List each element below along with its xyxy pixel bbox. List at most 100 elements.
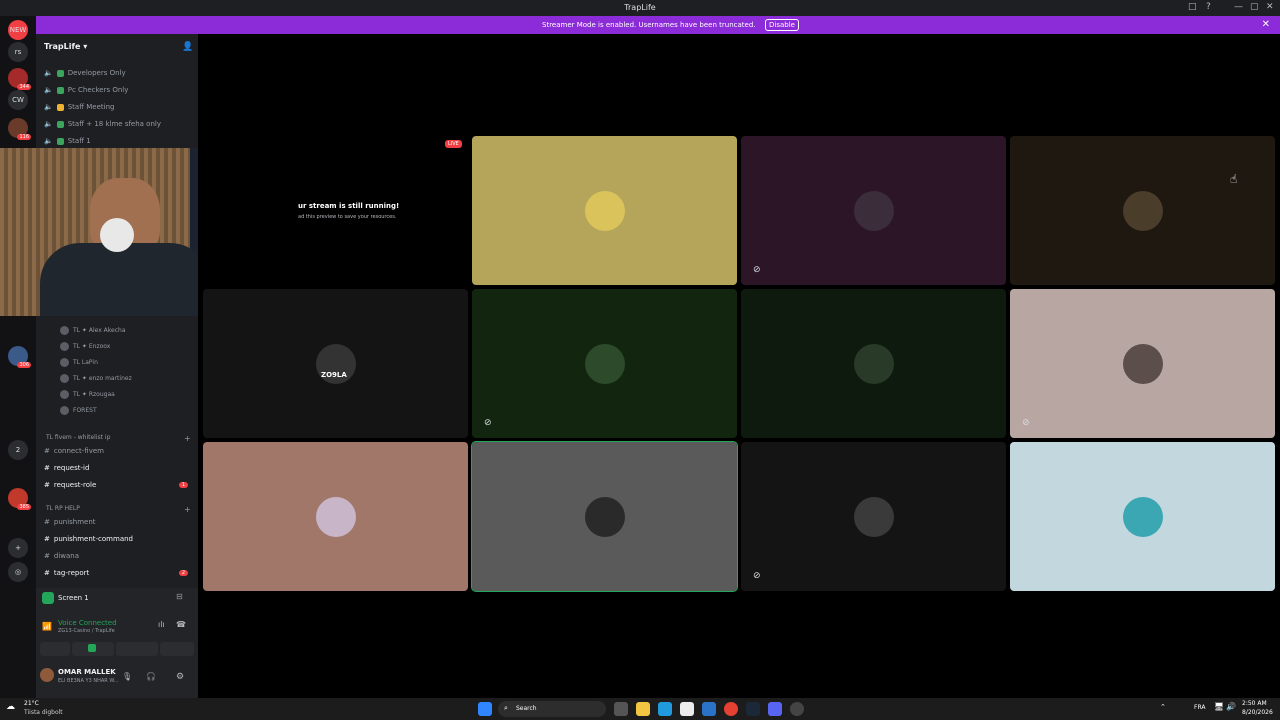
text-channel-item[interactable]: # punishment [44, 515, 194, 529]
server-icon[interactable]: ◎ [8, 562, 28, 582]
headphones-icon[interactable]: 🎧 [146, 672, 156, 681]
text-channel-item[interactable]: # request-role 1 [44, 478, 194, 492]
server-icon[interactable]: CW [8, 90, 28, 110]
clock-date[interactable]: 8/20/2026 [1242, 709, 1273, 716]
voice-channel-item[interactable]: 🔈 Staff + 18 klme sfeha only [44, 117, 194, 131]
discord-icon[interactable] [768, 702, 782, 716]
voice-channel-item[interactable]: 🔈 Developers Only [44, 66, 194, 80]
text-channel-item[interactable]: # connect-fivem [44, 444, 194, 458]
voice-channel-item[interactable]: 🔈 Staff 1 [44, 134, 194, 148]
start-icon[interactable] [478, 702, 492, 716]
voice-user[interactable]: TL LaPin [60, 355, 98, 369]
participant-tile[interactable] [1010, 442, 1275, 591]
weather-temp[interactable]: 21°C [24, 700, 39, 707]
activities-button[interactable] [116, 642, 158, 656]
gear-icon[interactable]: ⚙ [176, 672, 184, 682]
category-rp-help[interactable]: TL RP HELP [46, 505, 80, 512]
microphone-icon[interactable]: 🎙 [122, 672, 132, 681]
voice-channel-item[interactable]: 🔈 Pc Checkers Only [44, 83, 194, 97]
voice-user[interactable]: TL ✦ Alex Akecha [60, 323, 126, 337]
server-icon[interactable]: 116 [8, 118, 31, 140]
language-indicator[interactable]: FRA [1194, 704, 1205, 711]
participant-tile[interactable] [741, 289, 1006, 438]
store-icon[interactable] [680, 702, 694, 716]
participant-tile[interactable]: ⊘ [472, 289, 737, 438]
soundboard-button[interactable] [160, 642, 194, 656]
channel-name: Staff + 18 klme sfeha only [67, 120, 161, 128]
chrome-icon[interactable] [724, 702, 738, 716]
steam-icon[interactable] [746, 702, 760, 716]
participant-tile[interactable] [471, 441, 738, 592]
maximize-button[interactable]: ▢ [1250, 2, 1259, 12]
channel-emoji-icon [56, 137, 64, 145]
close-window-button[interactable]: ✕ [1266, 2, 1274, 12]
network-icon[interactable]: 🖥 [1214, 702, 1224, 711]
avatar [60, 405, 69, 415]
server-name[interactable]: TrapLife ▾ [44, 42, 87, 51]
help-icon[interactable]: ? [1206, 2, 1211, 12]
participant-tile[interactable] [472, 136, 737, 285]
participant-tile[interactable] [203, 442, 468, 591]
server-icon[interactable]: + [8, 538, 28, 558]
clock-time[interactable]: 2:50 AM [1242, 700, 1267, 707]
microphone [100, 218, 134, 252]
outlook-icon[interactable] [702, 702, 716, 716]
hash-icon: # [44, 464, 50, 472]
screen-label[interactable]: Screen 1 [58, 594, 89, 602]
voice-status[interactable]: Voice Connected [58, 619, 117, 627]
weather-icon[interactable]: ☁ [6, 702, 15, 712]
search-box[interactable]: ⌕ Search [498, 701, 606, 717]
volume-icon[interactable]: 🔊 [1226, 702, 1236, 711]
minimize-button[interactable]: — [1234, 2, 1243, 12]
text-channel-item[interactable]: # tag-report 2 [44, 566, 194, 580]
noise-suppression-icon[interactable]: ılı [158, 620, 165, 629]
participant-tile[interactable]: ⊘ [1010, 289, 1275, 438]
category-fivem[interactable]: TL fivem - whitelist ip [46, 434, 110, 441]
voice-user[interactable]: FOREST [60, 403, 97, 417]
edge-icon[interactable] [658, 702, 672, 716]
disconnect-icon[interactable]: ☎ [176, 620, 186, 629]
signal-icon: 📶 [42, 622, 52, 631]
text-channel-item[interactable]: # punishment-command [44, 532, 194, 546]
app-icon[interactable] [790, 702, 804, 716]
screen-settings-icon[interactable]: ⊟ [176, 592, 183, 601]
server-icon[interactable]: NEW [8, 20, 28, 40]
tray-overflow-icon[interactable]: ⌃ [1160, 703, 1166, 711]
channel-emoji-icon [56, 103, 64, 111]
server-icon[interactable]: 2 [8, 440, 28, 460]
voice-user[interactable]: TL ✦ enzo martinez [60, 371, 132, 385]
server-icon[interactable]: 306 [8, 346, 31, 368]
username[interactable]: OMAR MALLEK [58, 668, 116, 676]
participant-tile[interactable]: ZO9LA [203, 289, 468, 438]
window-titlebar: TrapLife □ ? — ▢ ✕ [0, 0, 1280, 16]
voice-channel[interactable]: ZG13-Casino / TrapLife [58, 628, 115, 634]
voice-channel-item[interactable]: 🔈 Staff Meeting [44, 100, 194, 114]
camera-button[interactable] [40, 642, 70, 656]
inbox-icon[interactable]: □ [1188, 2, 1197, 12]
task-view-icon[interactable] [614, 702, 628, 716]
add-member-icon[interactable]: 👤 [182, 42, 193, 52]
server-icon[interactable]: rs [8, 42, 28, 62]
add-channel-icon[interactable]: + [184, 434, 191, 443]
server-icon[interactable]: 385 [8, 488, 31, 510]
stream-notice-title: ur stream is still running! [298, 202, 400, 210]
add-channel-icon[interactable]: + [184, 505, 191, 514]
participant-tile[interactable] [1010, 136, 1275, 285]
share-screen-button[interactable] [72, 642, 114, 656]
user-panel: Screen 1 ⊟ 📶 Voice Connected ZG13-Casino… [36, 588, 198, 698]
participant-tile[interactable]: ⊘ [741, 442, 1006, 591]
voice-user[interactable]: TL ✦ Enzoox [60, 339, 110, 353]
file-explorer-icon[interactable] [636, 702, 650, 716]
voice-user[interactable]: TL ✦ Rzougaa [60, 387, 115, 401]
hash-icon: # [44, 518, 50, 526]
text-channel-item[interactable]: # diwana [44, 549, 194, 563]
banner-close-icon[interactable]: ✕ [1262, 19, 1270, 30]
text-channel-item[interactable]: # request-id [44, 461, 194, 475]
participant-tile[interactable]: ⊘ [741, 136, 1006, 285]
server-icon[interactable]: 344 [8, 68, 31, 90]
voice-stage: LIVE ur stream is still running! ad this… [198, 34, 1280, 698]
screen-share-icon [42, 592, 54, 604]
avatar[interactable] [40, 668, 54, 682]
disable-streamer-mode-button[interactable]: Disable [765, 19, 799, 31]
channel-name: diwana [53, 552, 80, 560]
